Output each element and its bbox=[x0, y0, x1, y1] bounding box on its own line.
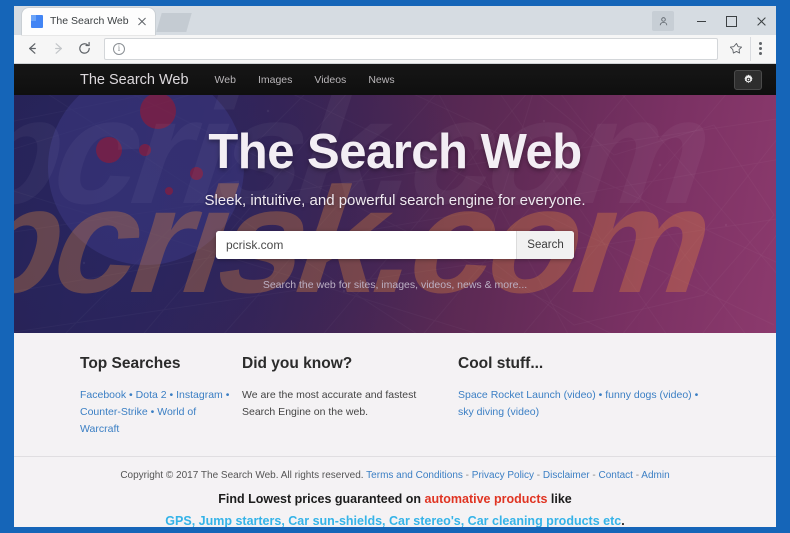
browser-toolbar bbox=[14, 34, 776, 65]
site-navbar: The Search Web Web Images Videos News bbox=[14, 64, 776, 96]
gear-icon bbox=[743, 74, 753, 84]
settings-gear-button[interactable] bbox=[734, 69, 762, 90]
hero-title: The Search Web bbox=[208, 125, 582, 180]
forward-button[interactable] bbox=[46, 37, 70, 61]
page-content: The Search Web Web Images Videos News Th… bbox=[14, 64, 776, 527]
column-cool-stuff: Cool stuff... Space Rocket Launch (video… bbox=[458, 355, 718, 438]
column-body: Space Rocket Launch (video) • funny dogs… bbox=[458, 387, 706, 421]
promo-line-1: Find Lowest prices guaranteed on automat… bbox=[14, 492, 776, 506]
maximize-button[interactable] bbox=[716, 6, 746, 36]
footer-separator: - bbox=[534, 470, 543, 482]
link-admin[interactable]: Admin bbox=[641, 470, 669, 481]
browser-menu-button[interactable] bbox=[750, 36, 770, 61]
close-window-button[interactable] bbox=[746, 6, 776, 36]
page-footer: Copyright © 2017 The Search Web. All rig… bbox=[14, 457, 776, 527]
column-top-searches: Top Searches Facebook • Dota 2 • Instagr… bbox=[14, 355, 242, 438]
bullet-separator: • bbox=[126, 389, 136, 402]
link-sky-diving[interactable]: sky diving (video) bbox=[458, 406, 539, 418]
copyright-text: Copyright © 2017 The Search Web. All rig… bbox=[120, 470, 364, 482]
promo-period: . bbox=[621, 514, 625, 527]
window-controls bbox=[652, 6, 776, 36]
bookmark-star-icon[interactable] bbox=[724, 37, 748, 61]
info-columns: Top Searches Facebook • Dota 2 • Instagr… bbox=[14, 333, 776, 458]
site-brand[interactable]: The Search Web bbox=[80, 72, 189, 88]
profile-avatar-icon[interactable] bbox=[652, 11, 674, 31]
browser-window: The Search Web i The Search Web Web Imag… bbox=[14, 6, 776, 527]
bullet-separator: • bbox=[222, 389, 230, 402]
menu-dot bbox=[759, 42, 762, 46]
link-dota2[interactable]: Dota 2 bbox=[136, 389, 167, 401]
column-title: Did you know? bbox=[242, 355, 353, 373]
hero-content: The Search Web Sleek, intuitive, and pow… bbox=[14, 95, 776, 291]
page-info-icon[interactable] bbox=[113, 42, 125, 55]
column-title: Top Searches bbox=[80, 355, 181, 373]
promo-line1-post: like bbox=[547, 492, 572, 507]
link-facebook[interactable]: Facebook bbox=[80, 389, 126, 401]
tab-close-icon[interactable] bbox=[135, 14, 149, 28]
column-title: Cool stuff... bbox=[458, 355, 544, 373]
link-space-rocket-launch[interactable]: Space Rocket Launch (video) bbox=[458, 389, 596, 401]
footer-separator: - bbox=[462, 470, 472, 482]
tab-strip: The Search Web bbox=[14, 6, 776, 35]
nav-item-videos[interactable]: Videos bbox=[314, 74, 346, 86]
hero-subtitle: Sleek, intuitive, and powerful search en… bbox=[204, 192, 586, 210]
link-disclaimer[interactable]: Disclaimer bbox=[543, 470, 590, 481]
link-contact[interactable]: Contact bbox=[598, 470, 632, 481]
promo-highlight: automative products bbox=[424, 492, 548, 507]
link-counter-strike[interactable]: Counter-Strike bbox=[80, 406, 148, 418]
address-bar[interactable] bbox=[104, 37, 718, 60]
tab-title: The Search Web bbox=[50, 15, 129, 28]
desktop-background: The Search Web i The Search Web Web Imag… bbox=[0, 0, 790, 533]
column-body: We are the most accurate and fastest Sea… bbox=[242, 389, 417, 419]
minimize-button[interactable] bbox=[686, 6, 716, 36]
promo-line-2[interactable]: GPS, Jump starters, Car sun-shields, Car… bbox=[14, 514, 776, 527]
search-hint-text: Search the web for sites, images, videos… bbox=[262, 279, 528, 292]
menu-dot bbox=[759, 47, 762, 51]
nav-item-web[interactable]: Web bbox=[215, 74, 236, 86]
menu-dot bbox=[759, 52, 762, 56]
column-did-you-know: Did you know? We are the most accurate a… bbox=[242, 355, 458, 438]
promo-line1-pre: Find Lowest prices guaranteed on bbox=[218, 492, 425, 507]
link-privacy-policy[interactable]: Privacy Policy bbox=[472, 470, 534, 481]
back-button[interactable] bbox=[20, 37, 44, 61]
copyright-line: Copyright © 2017 The Search Web. All rig… bbox=[14, 470, 776, 481]
browser-tab[interactable]: The Search Web bbox=[22, 7, 155, 35]
search-input[interactable] bbox=[216, 231, 516, 260]
search-button[interactable]: Search bbox=[516, 231, 574, 260]
hero-banner: pcrisk.com The Search Web Sleek, intuiti… bbox=[14, 95, 776, 334]
bullet-separator: • bbox=[595, 389, 606, 402]
nav-item-news[interactable]: News bbox=[368, 74, 394, 86]
nav-item-images[interactable]: Images bbox=[258, 74, 292, 86]
bullet-separator: • bbox=[147, 406, 158, 419]
favicon-icon bbox=[31, 14, 43, 28]
bullet-separator: • bbox=[691, 389, 699, 402]
bullet-separator: • bbox=[166, 389, 177, 402]
promo-products-link[interactable]: GPS, Jump starters, Car sun-shields, Car… bbox=[165, 514, 621, 527]
search-bar: Search bbox=[216, 231, 574, 260]
link-instagram[interactable]: Instagram bbox=[176, 389, 223, 401]
link-terms-and-conditions[interactable]: Terms and Conditions bbox=[366, 470, 463, 481]
new-tab-button[interactable] bbox=[156, 12, 192, 32]
reload-button[interactable] bbox=[72, 37, 96, 61]
link-funny-dogs[interactable]: funny dogs (video) bbox=[605, 389, 691, 401]
column-body: Facebook • Dota 2 • Instagram • Counter-… bbox=[80, 387, 230, 438]
